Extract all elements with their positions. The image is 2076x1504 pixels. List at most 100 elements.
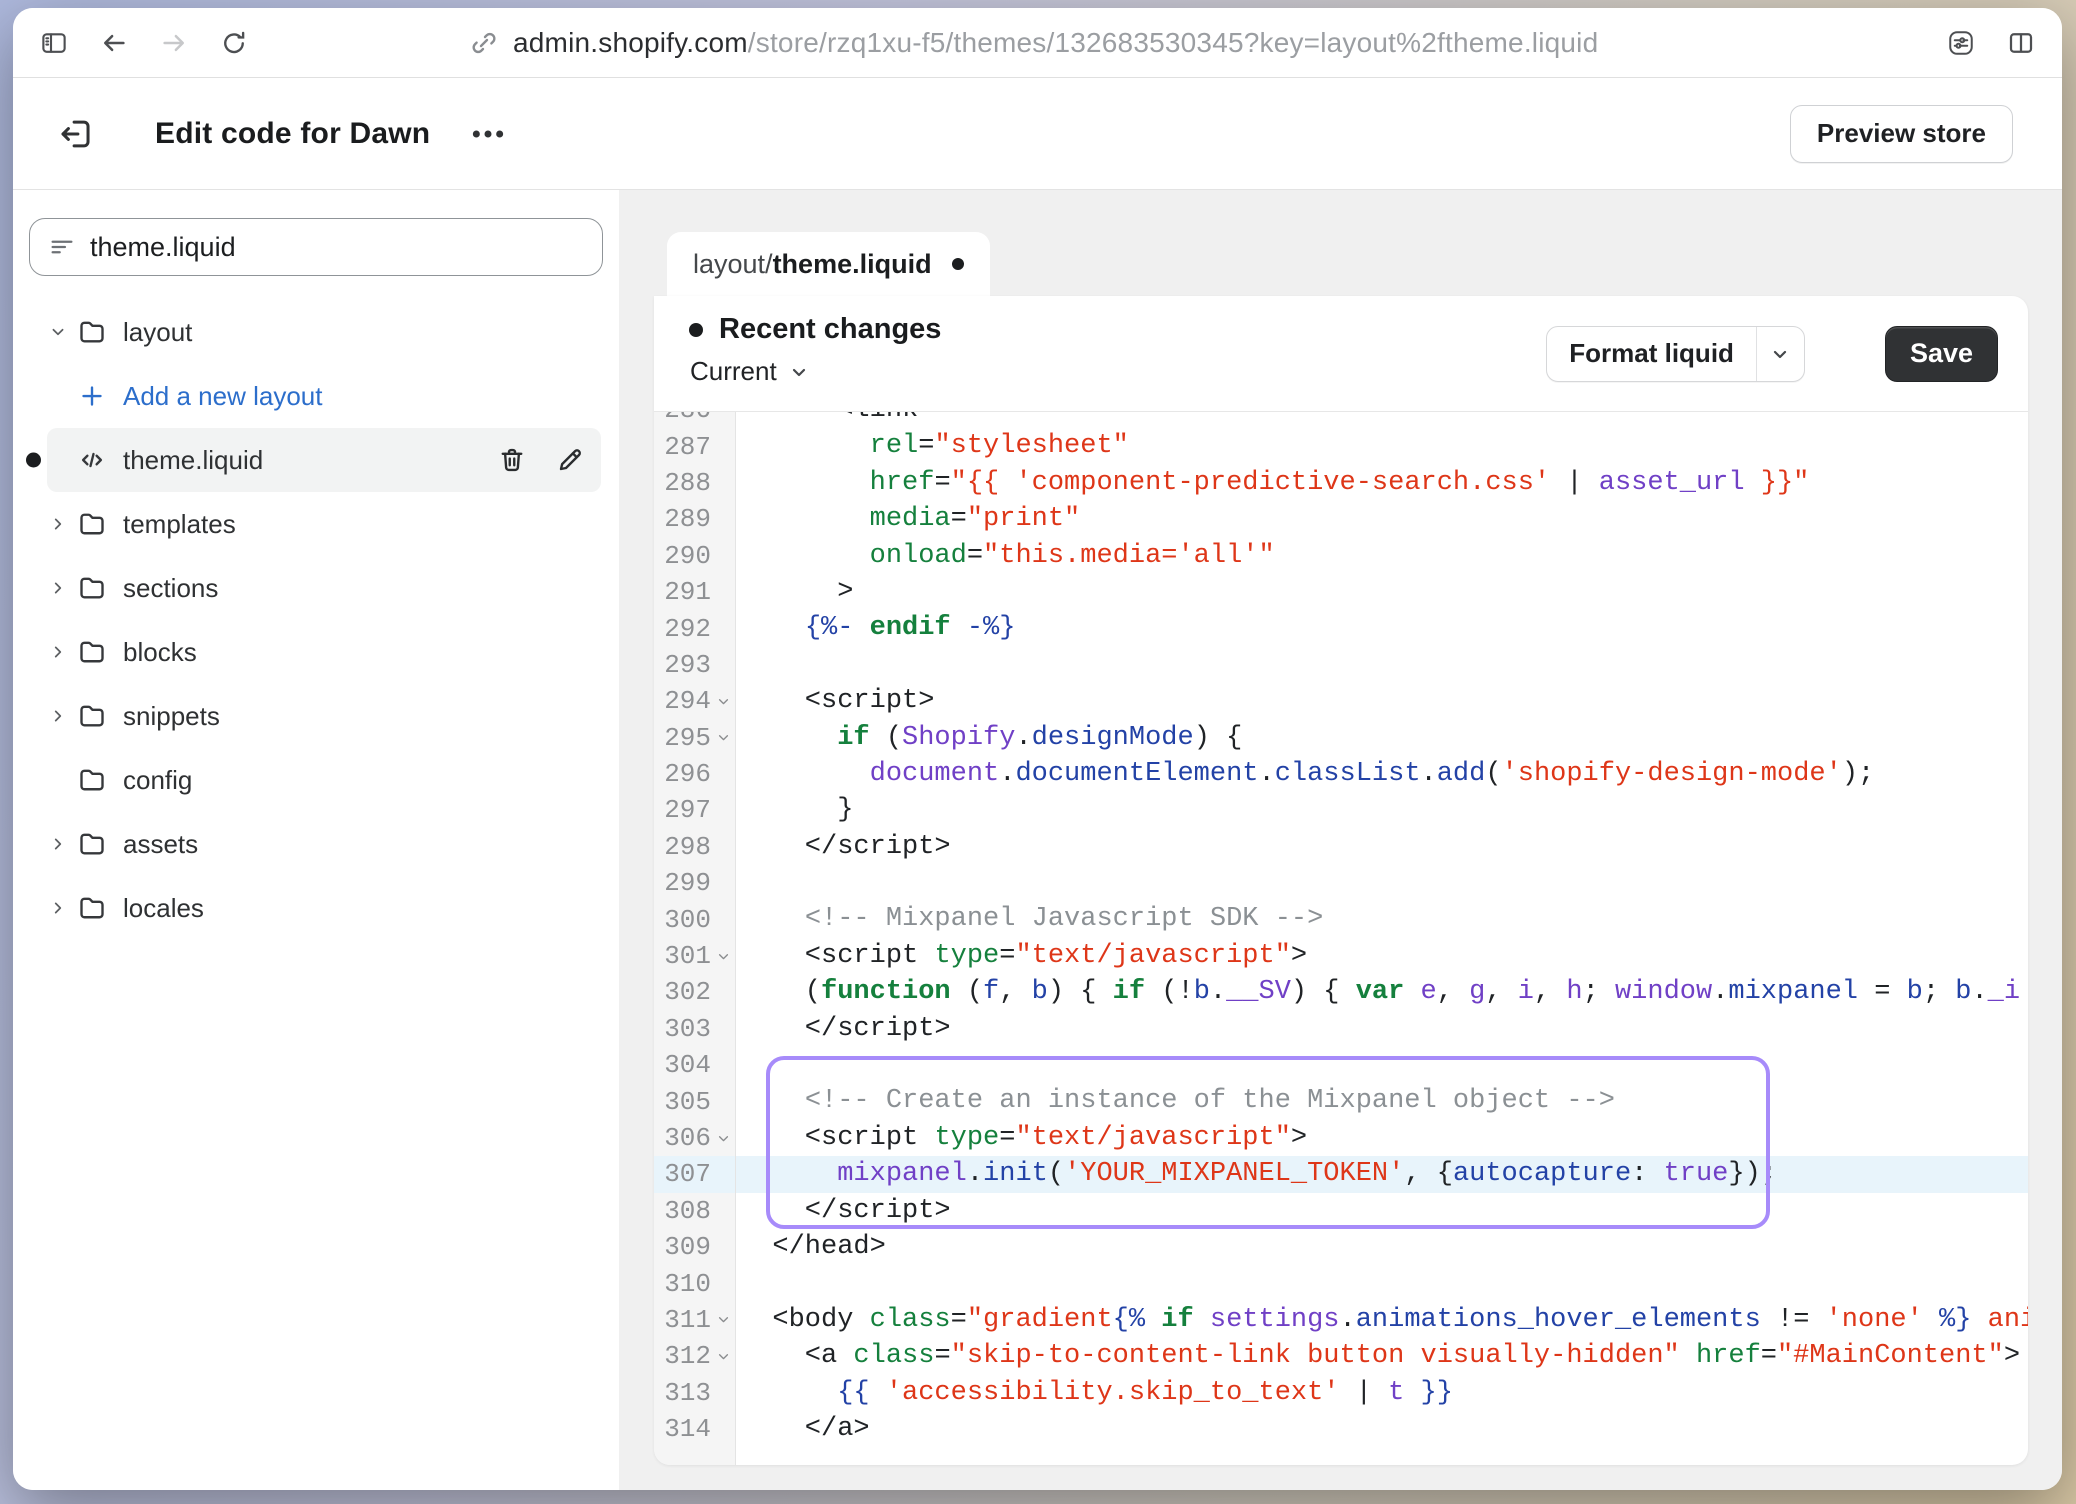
code-line-301[interactable]: 301 <script type="text/javascript"> [654, 938, 2028, 974]
gutter-287[interactable]: 287 [654, 428, 736, 464]
sidebar-item-locales[interactable]: locales [47, 876, 601, 940]
code-line-303[interactable]: 303 </script> [654, 1011, 2028, 1047]
gutter-312[interactable]: 312 [654, 1338, 736, 1374]
code-line-300[interactable]: 300 <!-- Mixpanel Javascript SDK --> [654, 901, 2028, 937]
fold-chevron-icon[interactable] [713, 1128, 733, 1148]
gutter-305[interactable]: 305 [654, 1083, 736, 1119]
chevron-right-icon[interactable] [47, 641, 73, 663]
code-line-298[interactable]: 298 </script> [654, 829, 2028, 865]
sidebar-item-sections[interactable]: sections [47, 556, 601, 620]
gutter-294[interactable]: 294 [654, 683, 736, 719]
gutter-286[interactable]: 286 [654, 412, 736, 428]
gutter-288[interactable]: 288 [654, 465, 736, 501]
chevron-right-icon[interactable] [47, 833, 73, 855]
gutter-303[interactable]: 303 [654, 1011, 736, 1047]
code-line-286[interactable]: 286 <link [654, 412, 2028, 428]
code-line-287[interactable]: 287 rel="stylesheet" [654, 428, 2028, 464]
code-line-289[interactable]: 289 media="print" [654, 501, 2028, 537]
forward-icon[interactable] [151, 20, 197, 66]
code-line-302[interactable]: 302 (function (f, b) { if (!b.__SV) { va… [654, 974, 2028, 1010]
sidebar-item-snippets[interactable]: snippets [47, 684, 601, 748]
chevron-right-icon[interactable] [47, 897, 73, 919]
fold-chevron-icon[interactable] [713, 1346, 733, 1366]
code-line-290[interactable]: 290 onload="this.media='all'" [654, 538, 2028, 574]
sidebar-item-blocks[interactable]: blocks [47, 620, 601, 684]
code-line-309[interactable]: 309 </head> [654, 1229, 2028, 1265]
search-input[interactable] [90, 232, 584, 263]
gutter-314[interactable]: 314 [654, 1411, 736, 1447]
gutter-299[interactable]: 299 [654, 865, 736, 901]
code-line-304[interactable]: 304 [654, 1047, 2028, 1083]
format-options-chevron[interactable] [1756, 327, 1804, 381]
gutter-311[interactable]: 311 [654, 1302, 736, 1338]
chevron-down-icon[interactable] [47, 321, 73, 343]
rename-file-button[interactable] [553, 443, 587, 477]
back-icon[interactable] [91, 20, 137, 66]
address-bar[interactable]: admin.shopify.com/store/rzq1xu-f5/themes… [469, 27, 1598, 59]
code-line-312[interactable]: 312 <a class="skip-to-content-link butto… [654, 1338, 2028, 1374]
file-search[interactable] [29, 218, 603, 276]
gutter-292[interactable]: 292 [654, 610, 736, 646]
sidebar-item-add-new-layout[interactable]: Add a new layout [47, 364, 601, 428]
fold-chevron-icon[interactable] [713, 946, 733, 966]
sidebar-item-templates[interactable]: templates [47, 492, 601, 556]
gutter-301[interactable]: 301 [654, 938, 736, 974]
gutter-309[interactable]: 309 [654, 1229, 736, 1265]
exit-editor-icon[interactable] [51, 109, 101, 159]
gutter-304[interactable]: 304 [654, 1047, 736, 1083]
fold-chevron-icon[interactable] [713, 691, 733, 711]
gutter-291[interactable]: 291 [654, 574, 736, 610]
format-liquid-button[interactable]: Format liquid [1547, 327, 1756, 381]
chevron-right-icon[interactable] [47, 513, 73, 535]
gutter-307[interactable]: 307 [654, 1156, 736, 1192]
code-line-305[interactable]: 305 <!-- Create an instance of the Mixpa… [654, 1083, 2028, 1119]
fold-chevron-icon[interactable] [713, 728, 733, 748]
version-dropdown[interactable]: Current [690, 356, 811, 387]
split-view-icon[interactable] [1998, 20, 2044, 66]
chevron-right-icon[interactable] [47, 577, 73, 599]
code-line-291[interactable]: 291 > [654, 574, 2028, 610]
sidebar-item-config[interactable]: config [47, 748, 601, 812]
code-line-313[interactable]: 313 {{ 'accessibility.skip_to_text' | t … [654, 1375, 2028, 1411]
code-line-295[interactable]: 295 if (Shopify.designMode) { [654, 720, 2028, 756]
gutter-310[interactable]: 310 [654, 1265, 736, 1301]
code-line-297[interactable]: 297 } [654, 792, 2028, 828]
sidebar-item-assets[interactable]: assets [47, 812, 601, 876]
code-line-306[interactable]: 306 <script type="text/javascript"> [654, 1120, 2028, 1156]
code-line-310[interactable]: 310 [654, 1265, 2028, 1301]
gutter-293[interactable]: 293 [654, 647, 736, 683]
code-line-314[interactable]: 314 </a> [654, 1411, 2028, 1447]
gutter-298[interactable]: 298 [654, 829, 736, 865]
gutter-296[interactable]: 296 [654, 756, 736, 792]
gutter-313[interactable]: 313 [654, 1375, 736, 1411]
reload-icon[interactable] [211, 20, 257, 66]
code-line-288[interactable]: 288 href="{{ 'component-predictive-searc… [654, 465, 2028, 501]
code-line-293[interactable]: 293 [654, 647, 2028, 683]
tab-theme-liquid[interactable]: layout/theme.liquid [667, 232, 990, 296]
fold-chevron-icon[interactable] [713, 1310, 733, 1330]
code-line-299[interactable]: 299 [654, 865, 2028, 901]
delete-file-button[interactable] [495, 443, 529, 477]
gutter-295[interactable]: 295 [654, 720, 736, 756]
code-line-294[interactable]: 294 <script> [654, 683, 2028, 719]
preview-store-button[interactable]: Preview store [1790, 105, 2013, 163]
code-line-296[interactable]: 296 document.documentElement.classList.a… [654, 756, 2028, 792]
sidebar-item-theme-liquid[interactable]: theme.liquid [47, 428, 601, 492]
gutter-308[interactable]: 308 [654, 1193, 736, 1229]
code-line-292[interactable]: 292 {%- endif -%} [654, 610, 2028, 646]
gutter-297[interactable]: 297 [654, 792, 736, 828]
gutter-306[interactable]: 306 [654, 1120, 736, 1156]
sidebar-item-layout[interactable]: layout [47, 300, 601, 364]
gutter-289[interactable]: 289 [654, 501, 736, 537]
code-line-307[interactable]: 307 mixpanel.init('YOUR_MIXPANEL_TOKEN',… [654, 1156, 2028, 1192]
more-actions-icon[interactable] [460, 112, 516, 156]
gutter-290[interactable]: 290 [654, 538, 736, 574]
code-editor[interactable]: 286 <link287 rel="stylesheet"288 href="{… [654, 412, 2028, 1465]
code-line-311[interactable]: 311 <body class="gradient{% if settings.… [654, 1302, 2028, 1338]
save-button[interactable]: Save [1885, 326, 1998, 382]
gutter-300[interactable]: 300 [654, 901, 736, 937]
page-settings-icon[interactable] [1938, 20, 1984, 66]
code-line-308[interactable]: 308 </script> [654, 1193, 2028, 1229]
gutter-302[interactable]: 302 [654, 974, 736, 1010]
chevron-right-icon[interactable] [47, 705, 73, 727]
